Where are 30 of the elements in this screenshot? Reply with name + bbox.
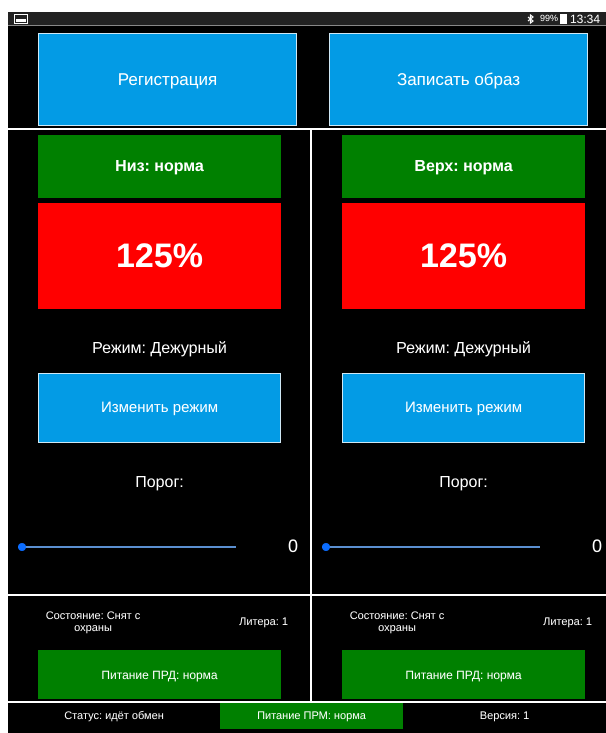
mode-label: Режим: Дежурный (91, 339, 228, 357)
record-image-button[interactable]: Записать образ (329, 33, 588, 126)
power-status-banner: Питание ПРД: норма (342, 650, 585, 699)
threshold-value: 0 (288, 535, 298, 558)
state-label: Состояние: Снят с охраны (44, 610, 142, 634)
threshold-slider[interactable] (18, 542, 236, 552)
status-banner: Низ: норма (38, 135, 281, 198)
state-label: Состояние: Снят с охраны (348, 610, 446, 634)
liter-label: Литера: 1 (239, 614, 288, 630)
receiver-power-banner: Питание ПРМ: норма (220, 703, 403, 729)
battery-icon (560, 14, 567, 24)
change-mode-button[interactable]: Изменить режим (38, 373, 281, 443)
bluetooth-icon (526, 14, 534, 24)
threshold-label: Порог: (438, 473, 489, 491)
clock: 13:34 (570, 12, 600, 24)
status-banner: Верх: норма (342, 135, 585, 198)
percent-display: 125% (38, 203, 281, 309)
exchange-status: Статус: идёт обмен (63, 708, 165, 724)
liter-label: Литера: 1 (543, 614, 592, 630)
registration-button[interactable]: Регистрация (38, 33, 297, 126)
threshold-value: 0 (592, 535, 602, 558)
power-status-banner: Питание ПРД: норма (38, 650, 281, 699)
change-mode-button[interactable]: Изменить режим (342, 373, 585, 443)
screenshot-icon (14, 14, 28, 24)
threshold-label: Порог: (134, 473, 185, 491)
battery-level: 99% (540, 12, 558, 25)
mode-label: Режим: Дежурный (395, 339, 532, 357)
percent-display: 125% (342, 203, 585, 309)
version-label: Версия: 1 (478, 708, 530, 724)
threshold-slider[interactable] (322, 542, 540, 552)
